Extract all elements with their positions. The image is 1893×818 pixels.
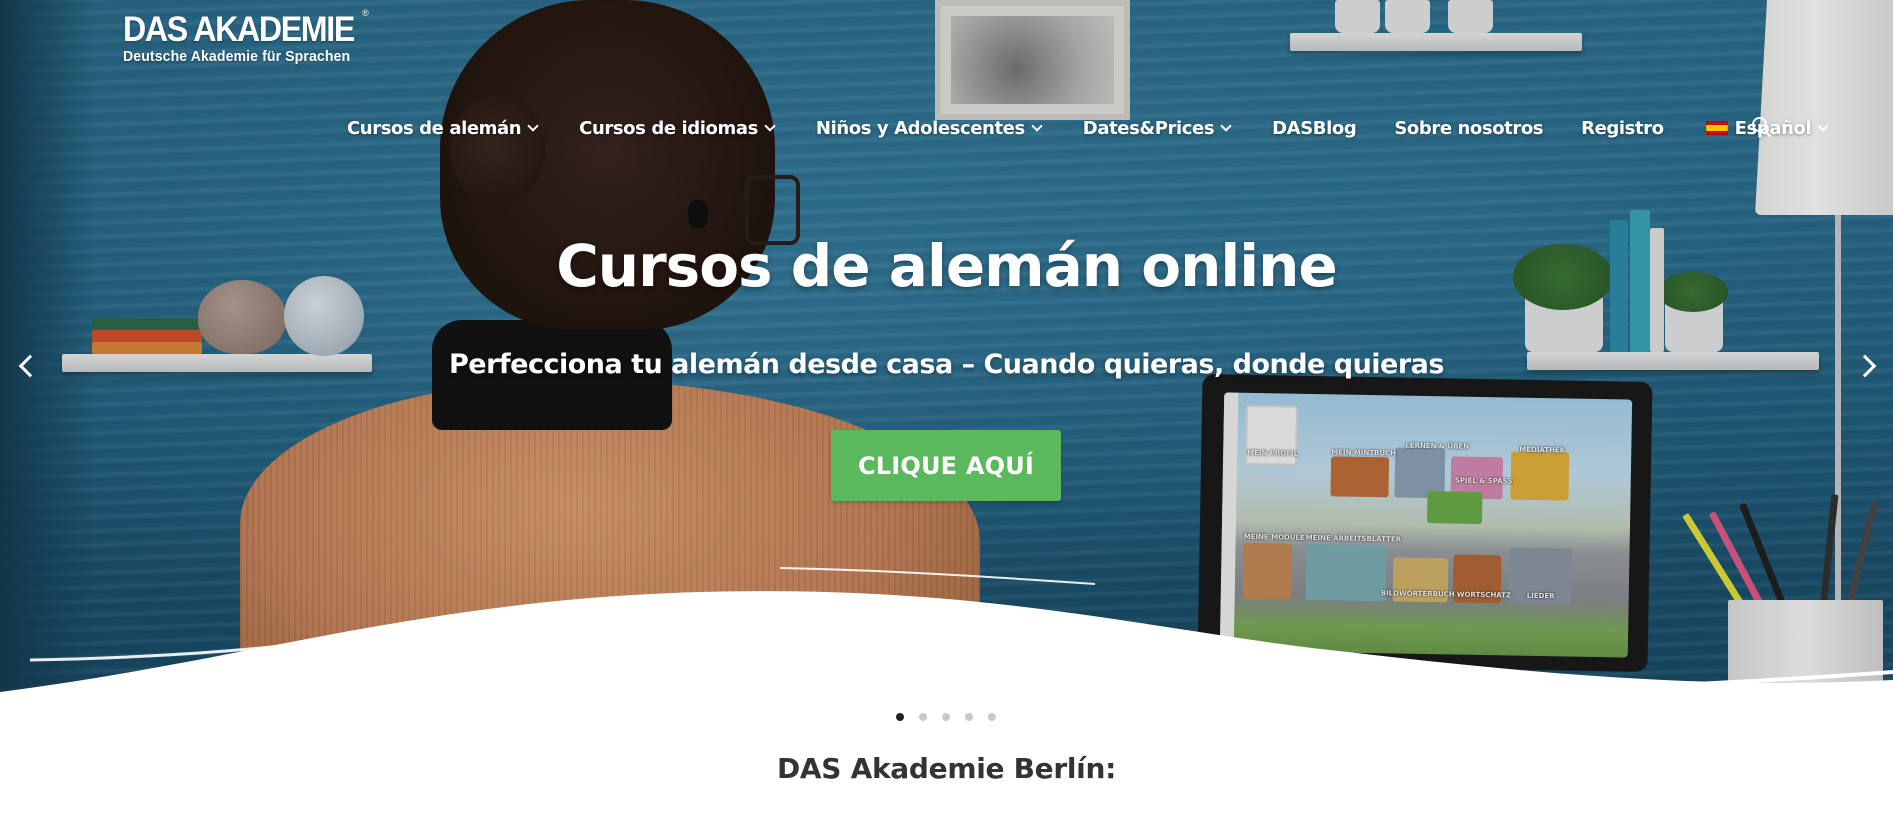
nav-item-ninos-y-adolescentes[interactable]: Niños y Adolescentes bbox=[815, 117, 1043, 139]
slider-pagination bbox=[896, 713, 996, 721]
nav-item-cursos-de-idiomas[interactable]: Cursos de idiomas bbox=[579, 117, 776, 139]
chevron-down-icon bbox=[1220, 119, 1232, 132]
chevron-down-icon bbox=[764, 119, 776, 132]
nav-item-label: DASBlog bbox=[1272, 117, 1357, 139]
nav-item-label: Sobre nosotros bbox=[1394, 117, 1544, 139]
slider-dot[interactable] bbox=[896, 713, 904, 721]
slider-dot[interactable] bbox=[919, 713, 927, 721]
chevron-down-icon bbox=[1817, 119, 1829, 132]
slider-dot[interactable] bbox=[942, 713, 950, 721]
site-logo[interactable]: DAS AKADEMIE Deutsche Akademie für Sprac… bbox=[123, 8, 374, 66]
nav-item-label: Registro bbox=[1581, 117, 1664, 139]
nav-item-dasblog[interactable]: DASBlog bbox=[1272, 117, 1357, 139]
nav-item-sobre-nosotros[interactable]: Sobre nosotros bbox=[1394, 118, 1543, 139]
nav-item-label: Cursos de alemán bbox=[347, 117, 522, 139]
nav-item-cursos-de-aleman[interactable]: Cursos de alemán bbox=[347, 117, 539, 139]
main-nav: Cursos de alemán Cursos de idiomas Niños… bbox=[347, 113, 1829, 143]
slider-dot[interactable] bbox=[988, 713, 996, 721]
nav-item-dates-prices[interactable]: Dates&Prices bbox=[1082, 117, 1232, 139]
section-title: DAS Akademie Berlín: bbox=[776, 752, 1117, 785]
slider-dot[interactable] bbox=[965, 713, 973, 721]
logo-subtitle: Deutsche Akademie für Sprachen bbox=[123, 48, 351, 65]
logo-title: DAS AKADEMIE bbox=[123, 10, 355, 49]
cta-button[interactable]: CLIQUE AQUÍ bbox=[831, 430, 1061, 501]
search-icon[interactable] bbox=[1751, 116, 1773, 138]
registered-mark: ® bbox=[362, 8, 369, 18]
nav-item-label: Dates&Prices bbox=[1082, 117, 1215, 139]
spain-flag-icon bbox=[1705, 121, 1728, 135]
chevron-down-icon bbox=[527, 119, 539, 132]
search-icon-handle bbox=[1764, 130, 1772, 138]
hero-wave-divider bbox=[0, 567, 1893, 740]
nav-item-label: Cursos de idiomas bbox=[579, 117, 758, 139]
hero-title: Cursos de alemán online bbox=[556, 232, 1338, 300]
nav-item-registro[interactable]: Registro bbox=[1581, 118, 1664, 139]
nav-item-label: Niños y Adolescentes bbox=[815, 117, 1025, 139]
chevron-down-icon bbox=[1031, 119, 1043, 132]
hero-subtitle: Perfecciona tu alemán desde casa – Cuand… bbox=[449, 349, 1444, 380]
